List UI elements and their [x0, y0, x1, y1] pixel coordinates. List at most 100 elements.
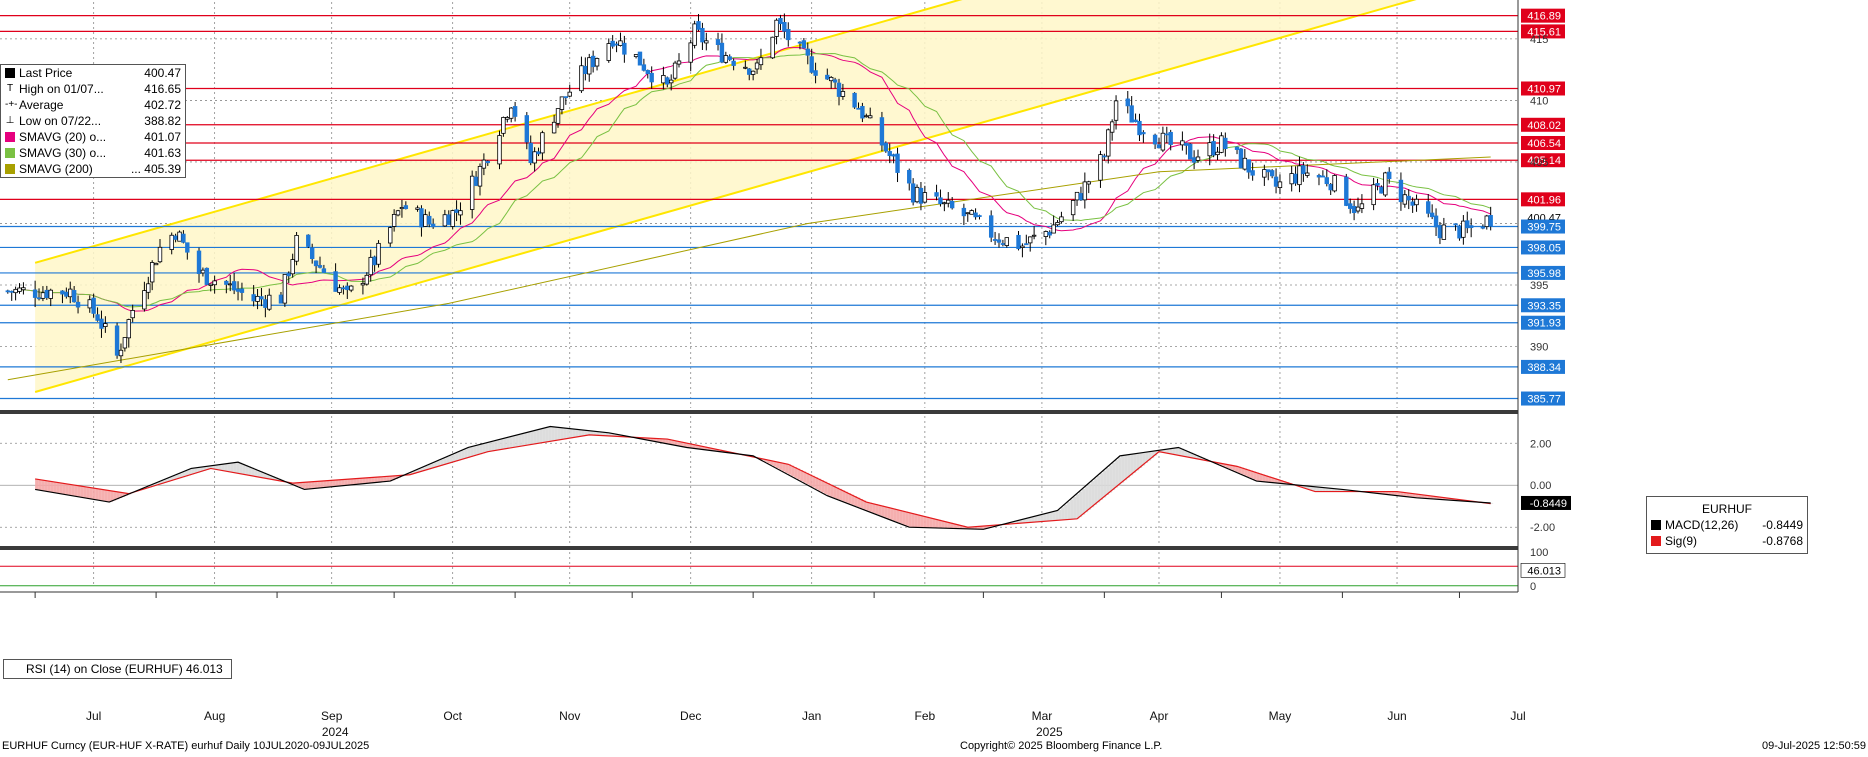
candle-body — [1480, 226, 1486, 229]
candle-body — [1129, 105, 1134, 123]
candle-body — [1125, 98, 1130, 107]
candle-body — [1316, 175, 1322, 178]
resistance-label: 401.96 — [1527, 194, 1561, 206]
candle-body — [200, 269, 206, 274]
macd-histogram-band — [485, 443, 489, 453]
candle-body — [1453, 223, 1458, 226]
legend-swatch — [5, 164, 15, 174]
candle-body — [938, 197, 943, 205]
candle-body — [1332, 175, 1337, 192]
macd-histogram-band — [503, 438, 507, 450]
legend-label: Low on 07/22... — [19, 114, 102, 128]
candle-body — [1379, 186, 1384, 194]
macd-histogram-band — [344, 479, 348, 486]
candle-body — [692, 23, 697, 46]
macd-histogram-band — [893, 508, 897, 522]
candle-body — [1301, 165, 1306, 175]
candle-body — [450, 210, 455, 227]
candle-body — [668, 79, 674, 84]
macd-histogram-band — [53, 481, 57, 493]
macd-histogram-band — [83, 486, 87, 498]
candle-body — [696, 21, 701, 30]
resistance-label: 410.97 — [1527, 83, 1561, 95]
macd-histogram-band — [308, 482, 312, 490]
macd-histogram-band — [353, 478, 357, 485]
candle-body — [317, 265, 323, 268]
candle-body — [860, 105, 865, 119]
candle-body — [231, 281, 237, 291]
candle-body — [1219, 135, 1224, 153]
candle-body — [228, 283, 233, 286]
bloomberg-chart: 416.89415.61410.97408.02406.54405.14401.… — [0, 0, 1868, 739]
macd-histogram-band — [1034, 516, 1038, 523]
candle-body — [942, 202, 947, 205]
candle-body — [17, 287, 22, 292]
candle-body — [21, 287, 26, 291]
candle-body — [797, 41, 803, 44]
candle-body — [1238, 148, 1244, 169]
candle-body — [395, 210, 401, 216]
candle-body — [282, 273, 288, 304]
month-label: Apr — [1150, 709, 1169, 723]
footer-security: EURHUF Curncy (EUR-HUF X-RATE) eurhuf Da… — [2, 740, 370, 752]
candle-body — [1266, 169, 1271, 173]
candle-body — [442, 214, 448, 227]
macd-histogram-band — [1169, 448, 1173, 454]
candle-body — [832, 79, 838, 83]
macd-histogram-band — [881, 505, 885, 517]
candle-body — [946, 199, 951, 204]
candle-body — [48, 289, 53, 299]
legend-row: -+- Average 402.72 — [1, 97, 185, 113]
macd-histogram-band — [335, 480, 339, 487]
macd-histogram-band — [71, 484, 75, 496]
candle-body — [321, 268, 327, 274]
candle-body — [856, 107, 861, 110]
legend-value: 401.63 — [144, 146, 181, 160]
month-label: Aug — [204, 709, 225, 723]
candle-body — [641, 64, 647, 71]
macd-histogram-band — [35, 478, 39, 490]
candle-body — [1098, 154, 1103, 181]
support-label: 395.98 — [1527, 268, 1561, 280]
candle-body — [1223, 137, 1228, 150]
candle-body — [87, 299, 92, 309]
candle-body — [864, 115, 869, 118]
price-legend: Last Price 400.47 T High on 01/07... 416.65-… — [0, 64, 186, 178]
macd-legend: EURHUF MACD(12,26) -0.8449 Sig(9) -0.876… — [1646, 496, 1808, 554]
candle-body — [427, 215, 432, 225]
candle-body — [185, 242, 190, 253]
candle-body — [637, 51, 643, 66]
candle-body — [13, 288, 18, 294]
candle-body — [286, 273, 291, 277]
candle-body — [676, 60, 682, 65]
candle-body — [114, 325, 120, 356]
macd-histogram-band — [224, 464, 228, 471]
macd-histogram-band — [572, 428, 576, 438]
candle-body — [142, 290, 147, 310]
candle-body — [64, 291, 69, 297]
candle-body — [1351, 205, 1357, 214]
macd-histogram-band — [497, 440, 501, 451]
candle-body — [1074, 191, 1080, 201]
candle-body — [1457, 225, 1462, 239]
resistance-label: 408.02 — [1527, 120, 1561, 132]
macd-histogram-band — [233, 462, 237, 473]
legend-row: SMAVG (20) o... 401.07 — [1, 129, 185, 145]
candle-body — [801, 40, 807, 49]
macd-histogram-band — [221, 464, 225, 471]
candle-body — [700, 27, 705, 43]
macd-histogram-band — [890, 507, 894, 520]
candle-body — [372, 256, 377, 266]
candle-body — [540, 132, 545, 154]
macd-histogram-band — [494, 440, 498, 451]
candle-body — [1375, 183, 1380, 186]
support-label: 393.35 — [1527, 300, 1561, 312]
candle-body — [536, 151, 541, 155]
legend-glyph: T — [6, 83, 14, 94]
resistance-label: 416.89 — [1527, 11, 1561, 23]
candle-body — [907, 169, 912, 184]
candle-body — [1320, 175, 1326, 178]
macd-histogram-band — [908, 512, 912, 527]
macd-histogram-band — [482, 443, 486, 454]
macd-histogram-band — [107, 490, 111, 502]
